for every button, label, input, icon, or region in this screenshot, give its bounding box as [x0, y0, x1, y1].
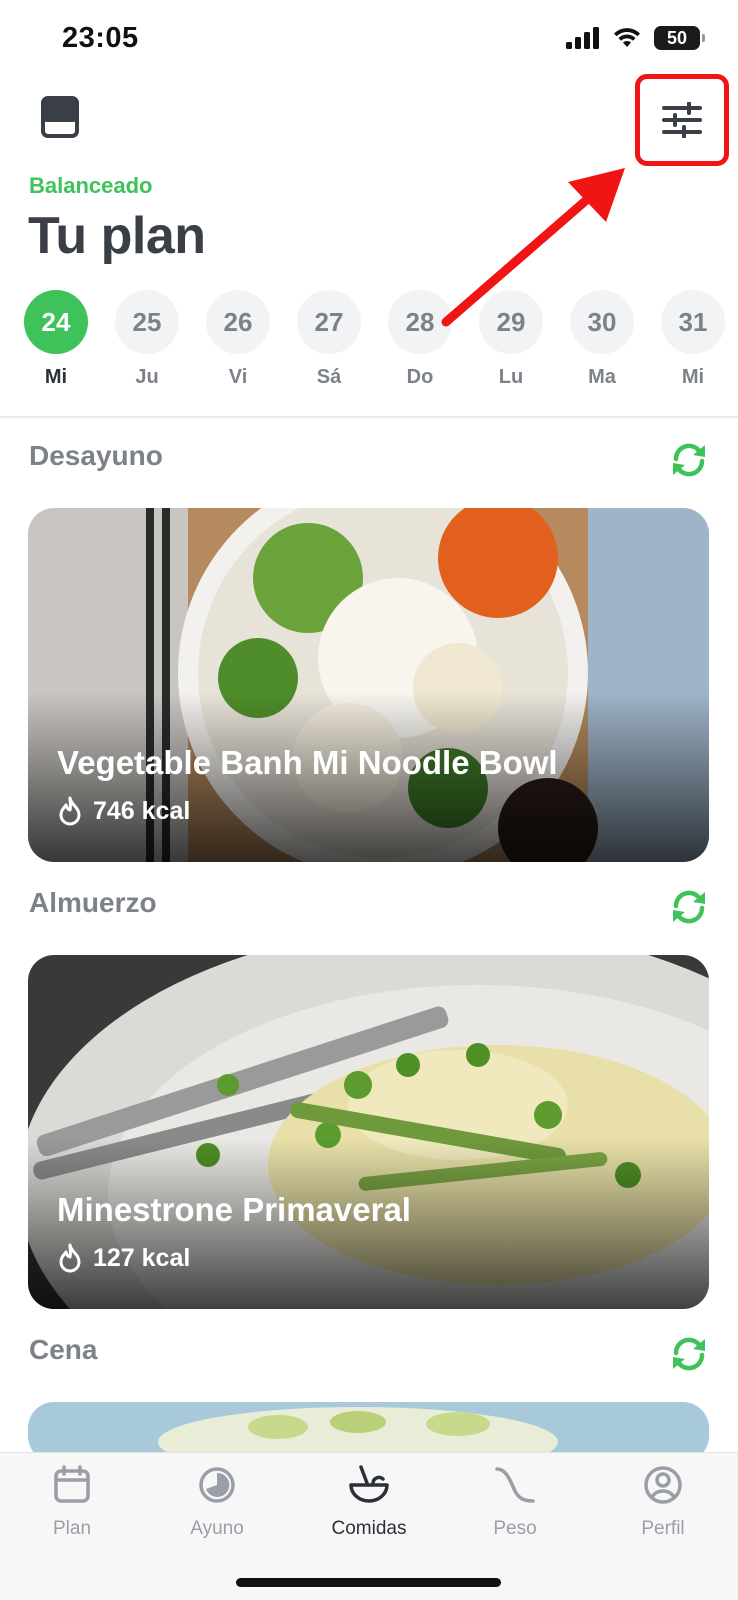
calendar-icon — [54, 1465, 90, 1503]
day-24[interactable]: 24 Mi — [24, 290, 88, 389]
home-indicator — [236, 1578, 501, 1587]
page-title: Tu plan — [28, 207, 206, 265]
day-weekday: Vi — [228, 366, 248, 388]
meal-section-dinner: Cena — [29, 1334, 709, 1374]
day-31[interactable]: 31 Mi — [661, 290, 725, 389]
battery-icon: 50 — [654, 26, 705, 50]
meal-name: Minestrone Primaveral — [57, 1191, 411, 1228]
tab-meals[interactable]: Comidas — [309, 1463, 429, 1540]
refresh-icon[interactable] — [669, 440, 709, 480]
profile-icon — [644, 1466, 682, 1504]
meal-kcal-value: 127 kcal — [93, 1243, 191, 1272]
day-weekday: Mi — [681, 366, 705, 388]
day-weekday: Sá — [316, 366, 342, 388]
meal-section-breakfast: Desayuno — [29, 440, 709, 480]
diet-type-label: Balanceado — [29, 173, 153, 198]
tab-label: Plan — [52, 1518, 92, 1539]
tab-label: Perfil — [641, 1518, 685, 1539]
day-number: 26 — [206, 290, 270, 354]
tab-fasting[interactable]: Ayuno — [157, 1463, 277, 1540]
tab-plan[interactable]: Plan — [12, 1463, 132, 1540]
refresh-icon[interactable] — [669, 887, 709, 927]
day-26[interactable]: 26 Vi — [206, 290, 270, 389]
refresh-icon[interactable] — [669, 1334, 709, 1374]
meal-name: Vegetable Banh Mi Noodle Bowl — [57, 744, 558, 781]
sliders-icon — [662, 102, 702, 138]
day-weekday: Mi — [44, 366, 68, 388]
tab-label: Comidas — [331, 1518, 407, 1539]
header-divider — [0, 416, 738, 418]
day-weekday: Lu — [498, 366, 524, 388]
meal-section-title: Desayuno — [29, 440, 163, 471]
day-weekday: Ju — [135, 366, 159, 388]
annotation-arrow-icon — [441, 168, 625, 327]
tab-weight[interactable]: Peso — [455, 1463, 575, 1540]
wifi-icon — [614, 28, 640, 47]
cellular-signal-icon — [566, 27, 599, 49]
weight-curve-icon — [495, 1467, 535, 1503]
tab-profile[interactable]: Perfil — [603, 1463, 723, 1540]
meal-section-lunch: Almuerzo — [29, 887, 709, 927]
tab-label: Ayuno — [190, 1518, 244, 1539]
meal-calories: 746 kcal — [57, 796, 190, 826]
day-number: 27 — [297, 290, 361, 354]
tab-label: Peso — [493, 1518, 537, 1539]
meal-card-lunch[interactable]: Minestrone Primaveral 127 kcal — [28, 955, 709, 1309]
status-time: 23:05 — [62, 22, 139, 54]
flame-icon — [59, 796, 81, 826]
meal-calories: 127 kcal — [57, 1243, 190, 1273]
meal-kcal-value: 746 kcal — [93, 796, 191, 825]
bowl-icon — [349, 1465, 389, 1503]
recipe-book-icon[interactable] — [40, 96, 80, 138]
day-number: 31 — [661, 290, 725, 354]
filter-settings-button[interactable] — [635, 74, 729, 166]
flame-icon — [59, 1243, 81, 1273]
day-number: 25 — [115, 290, 179, 354]
day-weekday: Do — [406, 366, 434, 388]
meal-section-title: Cena — [29, 1334, 98, 1365]
day-25[interactable]: 25 Ju — [115, 290, 179, 389]
meal-section-title: Almuerzo — [29, 887, 157, 918]
status-icons: 50 — [566, 26, 705, 50]
day-27[interactable]: 27 Sá — [297, 290, 361, 389]
fasting-clock-icon — [199, 1467, 235, 1503]
day-number: 24 — [24, 290, 88, 354]
battery-level: 50 — [666, 27, 688, 48]
status-bar: 23:05 50 — [0, 0, 738, 78]
day-weekday: Ma — [588, 366, 616, 388]
meal-card-breakfast[interactable]: Vegetable Banh Mi Noodle Bowl 746 kcal — [28, 508, 709, 862]
